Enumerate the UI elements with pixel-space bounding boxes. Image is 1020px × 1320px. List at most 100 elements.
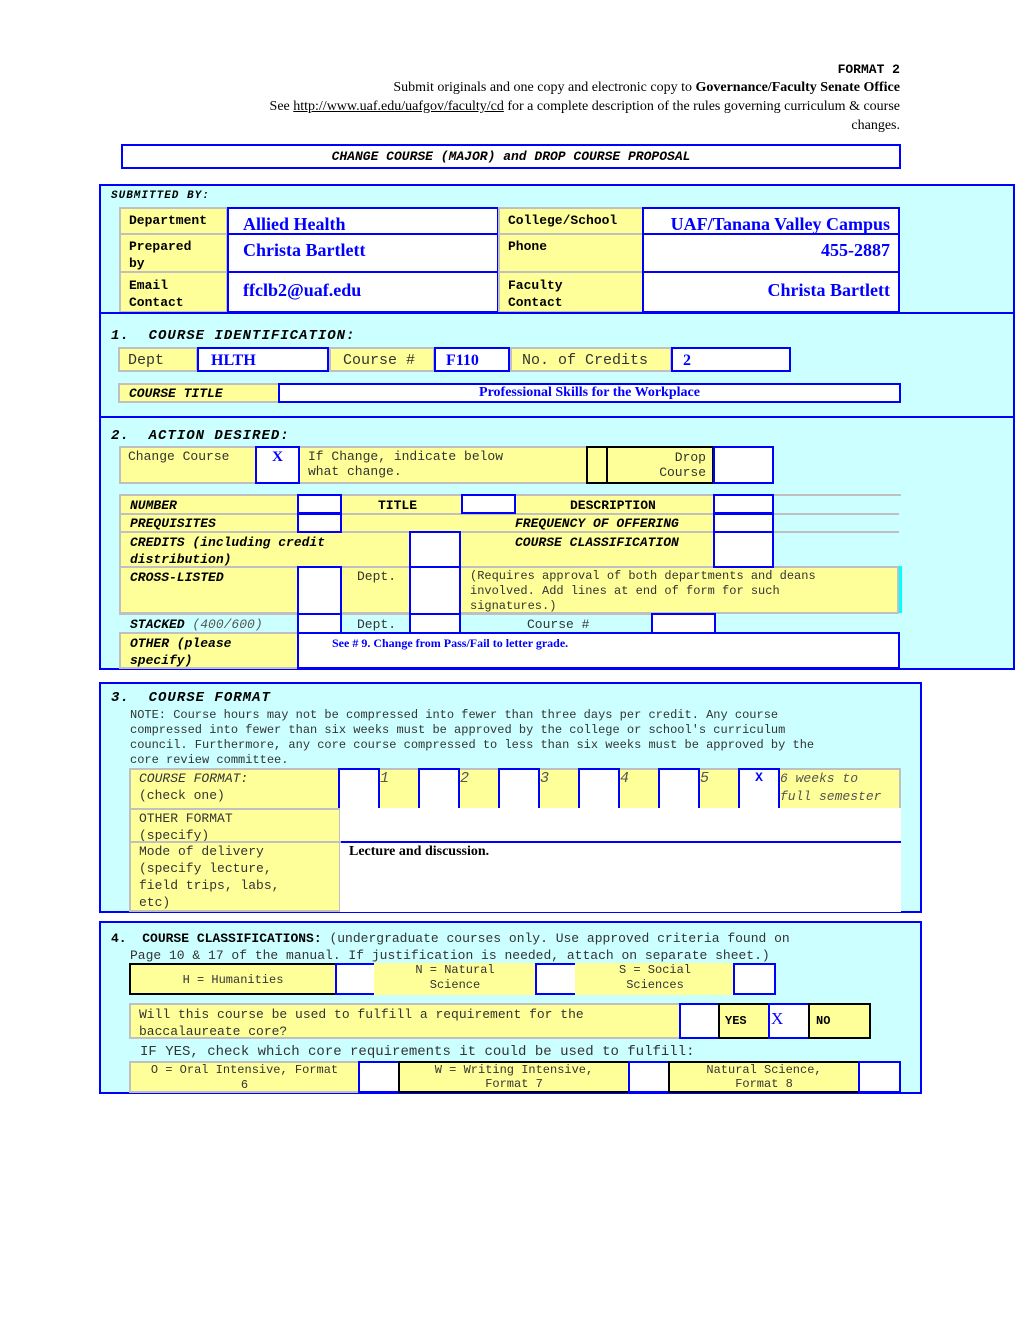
- oral-intensive-checkbox[interactable]: [358, 1061, 400, 1093]
- classifications-note-2: Page 10 & 17 of the manual. If justifica…: [130, 948, 770, 963]
- title-checkbox[interactable]: [461, 494, 516, 514]
- frequency-checkbox[interactable]: [713, 513, 774, 533]
- note-line3: council. Furthermore, any core course co…: [130, 738, 815, 752]
- if-yes-instruction: IF YES, check which core requirements it…: [140, 1044, 695, 1060]
- description-label: DESCRIPTION: [570, 498, 656, 513]
- phone-field[interactable]: 455-2887: [642, 233, 900, 273]
- crosslisted-dept-field[interactable]: [409, 566, 461, 615]
- stacked-dept-field[interactable]: [409, 613, 461, 634]
- course-format-note: NOTE: Course hours may not be compressed…: [130, 708, 814, 768]
- writing-intensive-checkbox[interactable]: [628, 1061, 670, 1093]
- oral-intensive-label: O = Oral Intensive, Format 6: [129, 1061, 360, 1093]
- mode-of-delivery-label: Mode of delivery (specify lecture, field…: [129, 841, 341, 912]
- core-question: Will this course be used to fulfill a re…: [129, 1003, 681, 1039]
- mode-label-line4: etc): [139, 895, 171, 910]
- classification-checkbox[interactable]: [713, 531, 774, 568]
- format-option-checkbox[interactable]: X: [738, 768, 780, 810]
- phone-label: Phone: [498, 233, 644, 273]
- format-option-label: 3: [540, 770, 550, 787]
- college-field[interactable]: UAF/Tanana Valley Campus: [642, 207, 900, 235]
- social-sciences-checkbox[interactable]: [733, 963, 776, 995]
- format-option-checkbox[interactable]: [498, 768, 540, 810]
- classifications-note-1: (undergraduate courses only. Use approve…: [321, 931, 790, 946]
- dept-label: Dept: [118, 347, 198, 372]
- format-option-checkbox[interactable]: [418, 768, 460, 810]
- stacked-row-right-cyan: [714, 615, 901, 633]
- other-label: OTHER (please specify): [130, 635, 231, 669]
- credits-checkbox[interactable]: [409, 531, 461, 568]
- prepared-by-field[interactable]: Christa Bartlett: [227, 233, 499, 273]
- stacked-course-field[interactable]: [651, 613, 716, 634]
- natural-science-label: N = Natural Science: [374, 963, 536, 995]
- crosslisted-right-edge: [899, 566, 902, 613]
- college-label: College/School: [498, 207, 644, 235]
- humanities-checkbox[interactable]: [335, 963, 376, 995]
- crosslisted-note-line1: (Requires approval of both departments a…: [470, 569, 816, 583]
- mode-label-line3: field trips, labs,: [139, 878, 280, 893]
- stacked-dept-label: Dept.: [357, 617, 397, 632]
- core-question-line1: Will this course be used to fulfill a re…: [139, 1007, 584, 1022]
- mode-of-delivery-field[interactable]: Lecture and discussion.: [340, 843, 901, 912]
- crosslisted-note-line2: involved. Add lines at end of form for s…: [470, 584, 780, 598]
- if-change-line1: If Change, indicate below: [308, 449, 504, 464]
- email-contact-field[interactable]: ffclb2@uaf.edu: [227, 271, 499, 313]
- crosslisted-note: (Requires approval of both departments a…: [470, 569, 816, 614]
- stacked-label-main: STACKED: [130, 617, 185, 632]
- natural-science-checkbox[interactable]: [535, 963, 577, 995]
- yes-checkbox[interactable]: [679, 1003, 720, 1039]
- drop-course-checkbox[interactable]: [713, 446, 774, 484]
- change-course-checkbox[interactable]: X: [255, 446, 300, 484]
- crosslisted-checkbox[interactable]: [297, 566, 342, 615]
- stacked-label: STACKED (400/600): [130, 616, 263, 633]
- department-label: Department: [119, 207, 228, 235]
- format-option-checkbox[interactable]: [658, 768, 700, 810]
- format-option-label: 6 weeks to full semester: [778, 770, 899, 806]
- see-prefix: See: [269, 99, 294, 114]
- other-label-line2: specify): [130, 653, 193, 668]
- crosslisted-label: CROSS-LISTED: [130, 570, 224, 585]
- prerequisites-checkbox[interactable]: [297, 513, 342, 533]
- faculty-contact-field[interactable]: Christa Bartlett: [642, 271, 900, 313]
- section2-number: 2.: [111, 428, 130, 444]
- course-number-field[interactable]: F110: [434, 347, 510, 372]
- format-option-checkbox[interactable]: [578, 768, 620, 810]
- format-option-label: 4: [620, 770, 630, 787]
- social-line1: S = Social: [618, 963, 691, 977]
- section1-number: 1.: [111, 328, 130, 344]
- format-option-checkbox[interactable]: [338, 768, 380, 810]
- credits-field[interactable]: 2: [671, 347, 791, 372]
- drop-spacer-cell: [586, 446, 608, 484]
- see-instructions-2: changes.: [851, 118, 900, 133]
- credits-label-line1: CREDITS (including credit: [130, 535, 326, 550]
- number-checkbox[interactable]: [297, 494, 342, 514]
- department-field[interactable]: Allied Health: [227, 207, 499, 235]
- other-change-field[interactable]: See # 9. Change from Pass/Fail to letter…: [297, 632, 900, 669]
- stacked-course-label: Course #: [527, 617, 590, 632]
- no-checkbox[interactable]: X: [768, 1003, 810, 1039]
- course-title-label: COURSE TITLE: [118, 383, 280, 403]
- number-label: NUMBER: [130, 498, 177, 513]
- classification-label: COURSE CLASSIFICATION: [515, 535, 679, 550]
- format-option-label-line2: full semester: [780, 789, 882, 804]
- natural-science-core-checkbox[interactable]: [858, 1061, 901, 1093]
- email-label-line1: Email: [129, 278, 169, 293]
- other-format-field[interactable]: [340, 808, 901, 843]
- description-checkbox[interactable]: [713, 494, 774, 514]
- format-option-label: 2: [460, 770, 470, 787]
- section4-title: COURSE CLASSIFICATIONS:: [142, 931, 322, 946]
- other-format-label: OTHER FORMAT (specify): [129, 808, 341, 843]
- stacked-label-sub: (400/600): [192, 617, 263, 632]
- note-line1: NOTE: Course hours may not be compressed…: [130, 708, 779, 722]
- course-title-field[interactable]: Professional Skills for the Workplace: [278, 383, 901, 403]
- course-identification-heading: 1. COURSE IDENTIFICATION:: [111, 328, 355, 344]
- credits-change-label: CREDITS (including credit distribution): [130, 534, 325, 568]
- stacked-checkbox[interactable]: [297, 613, 342, 634]
- title-label: TITLE: [378, 498, 418, 513]
- dept-field[interactable]: HLTH: [197, 347, 329, 372]
- note-line4: core review committee.: [130, 753, 289, 767]
- drop-course-label: Drop Course: [606, 446, 714, 484]
- note-line2: compressed into fewer than six weeks mus…: [130, 723, 786, 737]
- rules-link[interactable]: http://www.uaf.edu/uafgov/faculty/cd: [293, 99, 504, 114]
- drop-label-line2: Course: [659, 465, 706, 480]
- prerequisites-label: PREQUISITES: [130, 516, 216, 531]
